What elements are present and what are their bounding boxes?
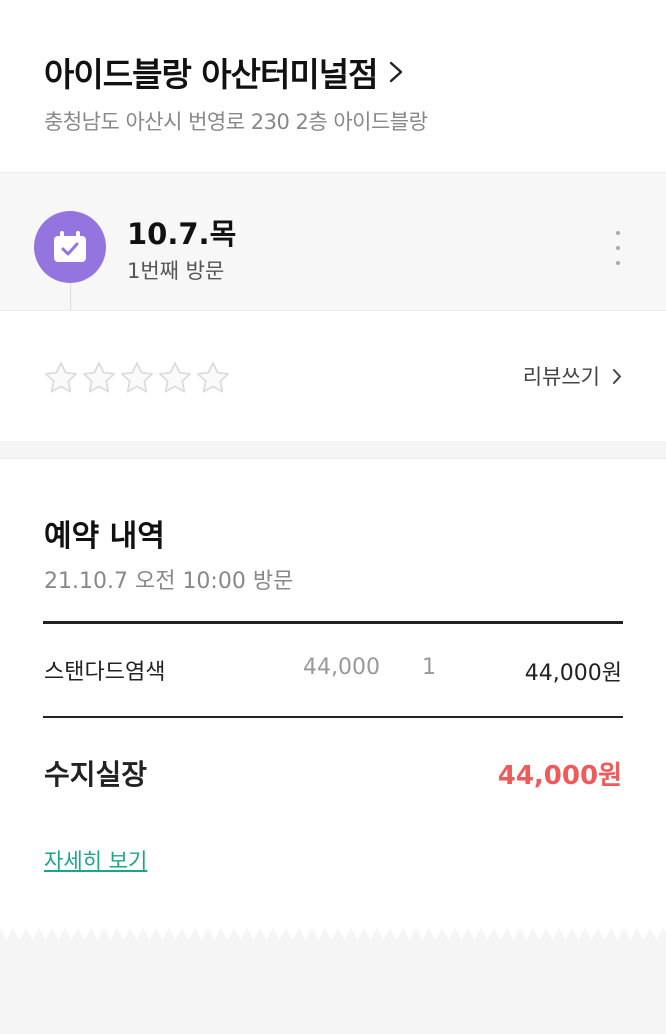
calendar-badge: [34, 211, 106, 283]
store-name: 아이드블랑 아산터미널점: [44, 55, 378, 94]
visit-section: 10.7.목 1번째 방문: [0, 172, 666, 311]
booking-datetime: 21.10.7 오전 10:00 방문: [44, 569, 294, 594]
more-dot: [616, 231, 620, 235]
booking-title: 예약 내역: [44, 519, 165, 554]
item-quantity: 1: [422, 655, 436, 680]
write-review-label: 리뷰쓰기: [522, 365, 600, 389]
star-outline-icon[interactable]: [194, 359, 232, 397]
divider: [43, 716, 623, 718]
store-name-link[interactable]: 아이드블랑 아산터미널점: [44, 48, 403, 96]
more-menu-button[interactable]: [608, 231, 628, 265]
torn-edge: [0, 928, 666, 942]
chevron-right-icon: [613, 368, 621, 384]
review-section: 리뷰쓰기: [0, 310, 666, 441]
star-outline-icon[interactable]: [156, 359, 194, 397]
store-address: 충청남도 아산시 번영로 230 2층 아이드블랑: [44, 110, 428, 134]
booking-item-row: 스탠다드염색 44,000 1 44,000원: [0, 624, 666, 716]
item-unit-price: 44,000: [303, 655, 380, 680]
timeline-line: [70, 281, 71, 311]
payment-method: 수지실장: [44, 758, 148, 791]
more-dot: [616, 261, 620, 265]
calendar-check-icon: [54, 231, 86, 262]
star-outline-icon[interactable]: [42, 359, 80, 397]
more-dot: [616, 246, 620, 250]
write-review-button[interactable]: 리뷰쓰기: [523, 361, 622, 391]
view-details-link[interactable]: 자세히 보기: [44, 845, 147, 875]
chevron-right-icon: [390, 61, 403, 83]
visit-count: 1번째 방문: [127, 259, 225, 283]
star-outline-icon[interactable]: [118, 359, 156, 397]
star-outline-icon[interactable]: [80, 359, 118, 397]
payment-total: 44,000원: [497, 761, 622, 791]
booking-card: 예약 내역 21.10.7 오전 10:00 방문 스탠다드염색 44,000 …: [0, 458, 666, 941]
item-total: 44,000원: [524, 661, 622, 686]
item-name: 스탠다드염색: [44, 660, 166, 685]
store-header: 아이드블랑 아산터미널점 충청남도 아산시 번영로 230 2층 아이드블랑: [0, 0, 666, 172]
visit-date: 10.7.목: [127, 217, 237, 251]
star-rating[interactable]: [42, 359, 232, 397]
